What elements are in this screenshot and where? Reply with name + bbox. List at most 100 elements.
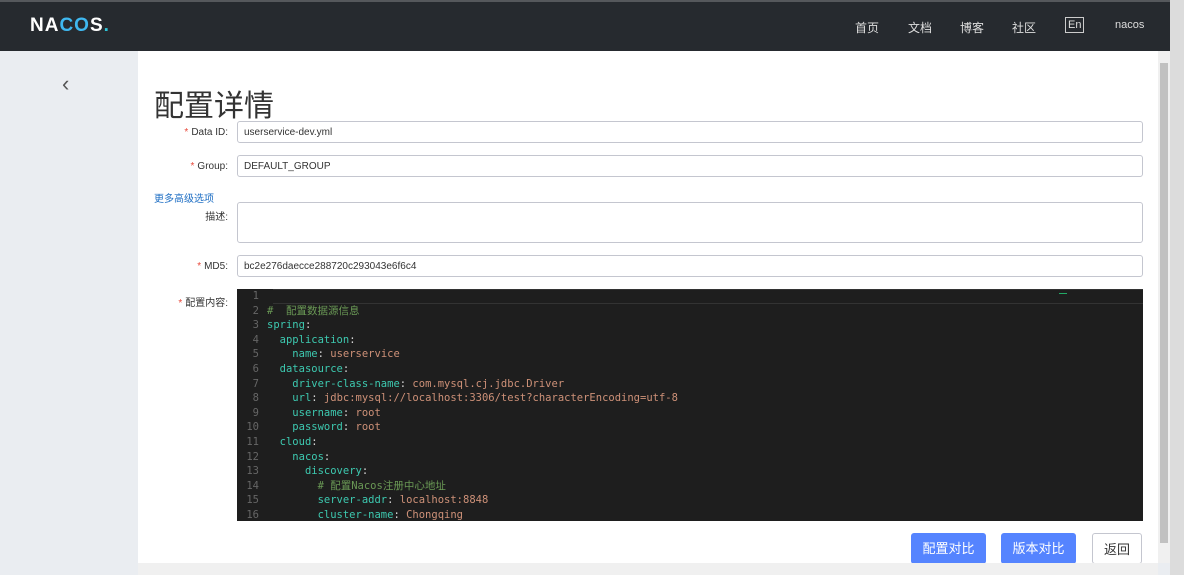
colon: : (342, 421, 356, 434)
code-line: 2 # 配置数据源信息 (237, 304, 1143, 319)
language-toggle[interactable]: En (1065, 17, 1085, 33)
window-edge (1170, 0, 1184, 575)
description-textarea[interactable] (237, 202, 1143, 243)
colon: : (311, 435, 324, 448)
version-compare-button[interactable]: 版本对比 (1001, 533, 1076, 564)
code-line: 11 cloud: (237, 435, 1143, 450)
line-number: 14 (246, 479, 259, 492)
label-text: Group: (197, 161, 228, 172)
line-number: 7 (252, 377, 259, 390)
code-line: 6 datasource: (237, 362, 1143, 377)
code-value: root (355, 421, 381, 434)
code-comment: # 配置Nacos注册中心地址 (317, 479, 446, 492)
label-text: MD5: (204, 261, 228, 272)
code-key: spring (267, 319, 305, 332)
config-detail-panel: 配置详情 * Data ID: userservice-dev.yml * Grou… (138, 51, 1158, 564)
label-text: 配置内容: (185, 298, 228, 309)
code-key: url (292, 392, 312, 405)
code-key: nacos (292, 450, 324, 463)
colon: : (323, 450, 337, 463)
back-button[interactable]: 返回 (1092, 533, 1142, 564)
line-number: 11 (246, 435, 259, 448)
code-value: userservice (330, 348, 400, 361)
code-line: 10 password: root (237, 420, 1143, 435)
line-number: 5 (252, 348, 259, 361)
line-number: 3 (252, 319, 259, 332)
code-value: jdbc:mysql://localhost:3306/test?charact… (323, 392, 678, 405)
nacos-logo[interactable]: NACOS. (30, 15, 110, 37)
line-number: 4 (252, 333, 259, 346)
code-line: 12 nacos: (237, 450, 1143, 465)
label-text: Data ID: (191, 127, 228, 138)
line-number: 8 (252, 392, 259, 405)
group-input[interactable]: DEFAULT_GROUP (237, 155, 1143, 177)
code-line: 7 driver-class-name: com.mysql.cj.jdbc.D… (237, 377, 1143, 392)
code-value: root (355, 406, 381, 419)
scrollbar-thumb[interactable] (1160, 63, 1168, 543)
code-line: 8 url: jdbc:mysql://localhost:3306/test?… (237, 391, 1143, 406)
description-label: 描述: (205, 212, 228, 223)
code-line: 1 (237, 289, 1143, 304)
line-number: 2 (252, 304, 259, 317)
data-id-input[interactable]: userservice-dev.yml (237, 121, 1143, 143)
nav-home[interactable]: 首页 (855, 19, 879, 36)
line-number: 13 (246, 465, 259, 478)
chevron-left-icon[interactable]: ‹ (62, 71, 69, 97)
code-key: username (292, 406, 343, 419)
code-key: discovery (304, 465, 362, 478)
code-key: datasource (279, 362, 343, 375)
config-compare-button[interactable]: 配置对比 (911, 533, 986, 564)
colon: : (342, 406, 356, 419)
nav-docs[interactable]: 文档 (908, 19, 932, 36)
nav-blog[interactable]: 博客 (960, 19, 984, 36)
line-number: 1 (252, 290, 259, 302)
page-title: 配置详情 (154, 90, 274, 123)
horizontal-scrollbar[interactable] (138, 563, 1158, 575)
code-value: com.mysql.cj.jdbc.Driver (412, 377, 565, 390)
group-label: * Group: (190, 161, 228, 172)
user-menu[interactable]: nacos (1115, 19, 1144, 31)
colon: : (342, 362, 356, 375)
line-number: 9 (252, 406, 259, 419)
colon: : (393, 508, 407, 521)
colon: : (399, 377, 413, 390)
code-line: 16 cluster-name: Chongqing (237, 508, 1143, 521)
code-comment: # 配置数据源信息 (267, 304, 360, 317)
code-line: 3 spring: (237, 318, 1143, 333)
line-number: 16 (246, 508, 259, 521)
code-line: 15 server-addr: localhost:8848 (237, 493, 1143, 508)
code-line: 4 application: (237, 333, 1143, 348)
code-line: 13 discovery: (237, 464, 1143, 479)
colon: : (317, 348, 331, 361)
md5-input[interactable]: bc2e276daecce288720c293043e6f6c4 (237, 255, 1143, 277)
colon: : (349, 333, 362, 346)
content-label: * 配置内容: (178, 298, 228, 309)
more-options-link[interactable]: 更多高级选项 (154, 190, 214, 205)
code-editor[interactable]: 1 2 # 配置数据源信息 3 spring: 4 application: 5 nam… (237, 289, 1143, 521)
vertical-scrollbar[interactable] (1158, 51, 1170, 563)
line-number: 15 (246, 494, 259, 507)
top-nav: NACOS. 首页 文档 博客 社区 En nacos (0, 0, 1170, 51)
nav-community[interactable]: 社区 (1012, 19, 1036, 36)
code-line: 14 # 配置Nacos注册中心地址 (237, 479, 1143, 494)
colon: : (311, 392, 324, 405)
line-number: 12 (246, 450, 259, 463)
code-key: driver-class-name (292, 377, 400, 390)
code-key: password (292, 421, 343, 434)
code-key: cloud (279, 435, 312, 448)
code-value: localhost:8848 (399, 494, 489, 507)
md5-label: * MD5: (197, 261, 228, 272)
colon: : (304, 319, 318, 332)
